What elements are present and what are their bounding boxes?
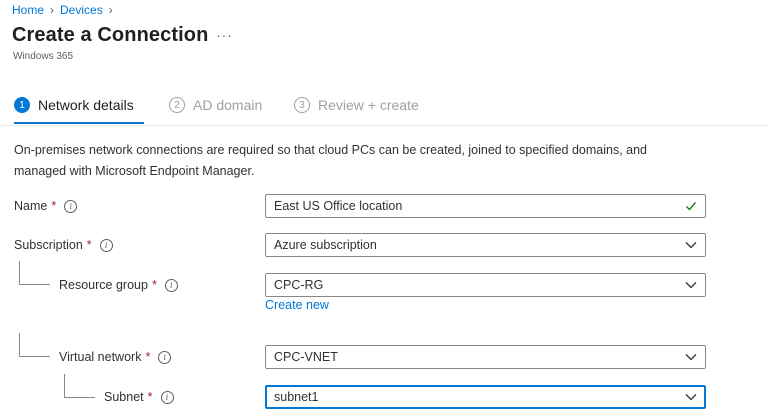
step-label: Network details (38, 97, 134, 113)
info-icon[interactable]: i (160, 390, 174, 404)
tree-connector (19, 261, 50, 285)
label-text: Resource group (59, 278, 148, 292)
active-step-indicator (14, 122, 144, 124)
checkmark-icon (686, 202, 697, 211)
info-icon[interactable]: i (99, 238, 113, 252)
step-ad-domain[interactable]: 2 AD domain (169, 97, 262, 113)
breadcrumb: Home › Devices › (12, 3, 119, 17)
tree-connector (64, 374, 95, 398)
breadcrumb-home-link[interactable]: Home (12, 3, 44, 17)
step-label: Review + create (318, 97, 419, 113)
subnet-dropdown[interactable]: subnet1 (265, 385, 706, 409)
subscription-dropdown[interactable]: Azure subscription (265, 233, 706, 257)
label-text: Name (14, 199, 48, 213)
resource-group-label: Resource group * i (59, 273, 178, 297)
info-icon[interactable]: i (158, 350, 172, 364)
label-text: Subscription (14, 238, 83, 252)
chevron-down-icon (685, 394, 697, 401)
more-options-icon[interactable]: ··· (216, 27, 233, 43)
virtual-network-label: Virtual network * i (59, 345, 172, 369)
required-marker: * (147, 390, 153, 404)
tree-connector (19, 333, 50, 357)
step-network-details[interactable]: 1 Network details (14, 97, 134, 113)
required-marker: * (151, 278, 157, 292)
name-label: Name * i (14, 194, 78, 218)
step-number: 3 (294, 97, 310, 113)
info-icon[interactable]: i (164, 278, 178, 292)
description-text: On-premises network connections are requ… (14, 143, 647, 178)
resource-group-dropdown[interactable]: CPC-RG (265, 273, 706, 297)
step-review-create[interactable]: 3 Review + create (294, 97, 419, 113)
subnet-label: Subnet * i (104, 385, 174, 409)
page-title: Create a Connection (12, 24, 209, 46)
required-marker: * (51, 199, 57, 213)
subnet-value: subnet1 (274, 390, 319, 404)
virtual-network-dropdown[interactable]: CPC-VNET (265, 345, 706, 369)
step-label: AD domain (193, 97, 263, 113)
step-number: 2 (169, 97, 185, 113)
step-number: 1 (14, 97, 30, 113)
chevron-down-icon (685, 282, 697, 289)
subscription-label: Subscription * i (14, 233, 113, 257)
resource-group-value: CPC-RG (274, 278, 324, 292)
required-marker: * (86, 238, 92, 252)
tab-divider (0, 125, 768, 126)
breadcrumb-chevron-icon: › (50, 3, 55, 17)
name-field[interactable]: East US Office location (265, 194, 706, 218)
chevron-down-icon (685, 354, 697, 361)
breadcrumb-devices-link[interactable]: Devices (60, 3, 103, 17)
label-text: Virtual network (59, 350, 142, 364)
page-subtitle: Windows 365 (13, 51, 74, 62)
chevron-down-icon (685, 242, 697, 249)
breadcrumb-chevron-icon: › (108, 3, 113, 17)
name-value: East US Office location (274, 199, 403, 213)
required-marker: * (145, 350, 151, 364)
create-new-link[interactable]: Create new (265, 298, 329, 312)
subscription-value: Azure subscription (274, 238, 377, 252)
virtual-network-value: CPC-VNET (274, 350, 338, 364)
label-text: Subnet (104, 390, 144, 404)
info-icon[interactable]: i (64, 199, 78, 213)
